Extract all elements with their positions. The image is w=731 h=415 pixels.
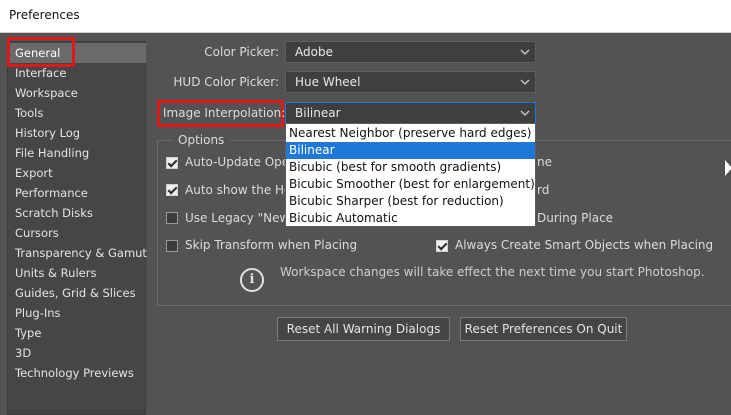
dropdown-option-nearest-neighbor[interactable]: Nearest Neighbor (preserve hard edges)	[286, 125, 535, 142]
sidebar-item-type[interactable]: Type	[15, 326, 41, 340]
sidebar-item-history-log[interactable]: History Log	[15, 126, 80, 140]
sidebar-item-3d[interactable]: 3D	[15, 346, 31, 360]
sidebar-item-cursors[interactable]: Cursors	[15, 226, 59, 240]
auto-update-label-tail: ne	[537, 155, 552, 169]
dropdown-option-bicubic-smoother[interactable]: Bicubic Smoother (best for enlargement)	[286, 176, 535, 193]
sidebar-item-tools[interactable]: Tools	[15, 106, 43, 120]
options-title: Options	[172, 133, 231, 147]
image-interpolation-select[interactable]: Bilinear	[285, 102, 536, 124]
sidebar-item-export[interactable]: Export	[15, 166, 53, 180]
info-text: Workspace changes will take effect the n…	[280, 265, 705, 279]
hud-color-picker-select[interactable]: Hue Wheel	[285, 71, 536, 93]
skip-transform-checkbox[interactable]	[166, 240, 178, 252]
dropdown-option-bicubic-automatic[interactable]: Bicubic Automatic	[286, 210, 535, 227]
hud-color-picker-label: HUD Color Picker:	[173, 75, 279, 89]
sidebar-item-transparency-gamut[interactable]: Transparency & Gamut	[15, 246, 147, 260]
chevron-down-icon	[520, 110, 530, 116]
auto-show-label-tail: rd	[537, 183, 550, 197]
sidebar-item-file-handling[interactable]: File Handling	[15, 146, 89, 160]
dropdown-option-label: Bicubic Sharper (best for reduction)	[289, 194, 504, 208]
dropdown-option-bicubic-sharper[interactable]: Bicubic Sharper (best for reduction)	[286, 193, 535, 210]
reset-warning-dialogs-button[interactable]: Reset All Warning Dialogs	[277, 317, 450, 341]
image-interpolation-label: Image Interpolation:	[163, 106, 286, 120]
window-title: Preferences	[9, 8, 80, 22]
sidebar-item-scratch-disks[interactable]: Scratch Disks	[15, 206, 93, 220]
hud-color-picker-value: Hue Wheel	[295, 75, 361, 89]
auto-update-checkbox[interactable]	[166, 157, 178, 169]
chevron-down-icon	[520, 49, 530, 55]
image-interpolation-value: Bilinear	[295, 106, 341, 120]
sidebar-item-technology-previews[interactable]: Technology Previews	[15, 366, 134, 380]
sidebar-item-plug-ins[interactable]: Plug-Ins	[15, 306, 61, 320]
chevron-down-icon	[520, 79, 530, 85]
dropdown-option-bicubic[interactable]: Bicubic (best for smooth gradients)	[286, 159, 535, 176]
sidebar-item-performance[interactable]: Performance	[15, 186, 88, 200]
info-icon: i	[240, 268, 264, 292]
sidebar-item-general[interactable]: General	[9, 43, 146, 63]
mouse-cursor-icon	[725, 160, 731, 176]
use-legacy-label-tail: During Place	[537, 211, 614, 225]
use-legacy-label: Use Legacy "New	[185, 211, 290, 225]
use-legacy-checkbox[interactable]	[166, 212, 178, 224]
dropdown-option-label: Bicubic (best for smooth gradients)	[289, 160, 502, 174]
auto-show-label: Auto show the Ho	[185, 183, 292, 197]
dropdown-option-label: Bicubic Automatic	[289, 211, 398, 225]
sidebar-item-label: General	[15, 46, 61, 60]
dropdown-option-bilinear[interactable]: Bilinear	[286, 142, 535, 159]
skip-transform-label: Skip Transform when Placing	[185, 238, 358, 252]
dropdown-option-label: Bicubic Smoother (best for enlargement)	[289, 177, 535, 191]
always-smart-objects-checkbox[interactable]	[436, 240, 448, 252]
color-picker-value: Adobe	[295, 45, 333, 59]
auto-show-checkbox[interactable]	[166, 184, 178, 196]
sidebar-item-units-rulers[interactable]: Units & Rulers	[15, 266, 96, 280]
dropdown-option-label: Nearest Neighbor (preserve hard edges)	[289, 126, 532, 140]
window-titlebar: Preferences	[0, 0, 731, 33]
always-smart-objects-label: Always Create Smart Objects when Placing	[455, 238, 714, 252]
auto-update-label: Auto-Update Open	[185, 155, 297, 169]
sidebar-item-guides-grid-slices[interactable]: Guides, Grid & Slices	[15, 286, 136, 300]
interpolation-dropdown-list: Nearest Neighbor (preserve hard edges) B…	[285, 123, 536, 227]
dropdown-option-label: Bilinear	[289, 143, 335, 157]
sidebar-item-interface[interactable]: Interface	[15, 66, 67, 80]
sidebar: General Interface Workspace Tools Histor…	[7, 41, 147, 415]
color-picker-select[interactable]: Adobe	[285, 41, 536, 63]
sidebar-item-workspace[interactable]: Workspace	[15, 86, 78, 100]
reset-preferences-button[interactable]: Reset Preferences On Quit	[460, 317, 627, 341]
color-picker-label: Color Picker:	[204, 45, 279, 59]
